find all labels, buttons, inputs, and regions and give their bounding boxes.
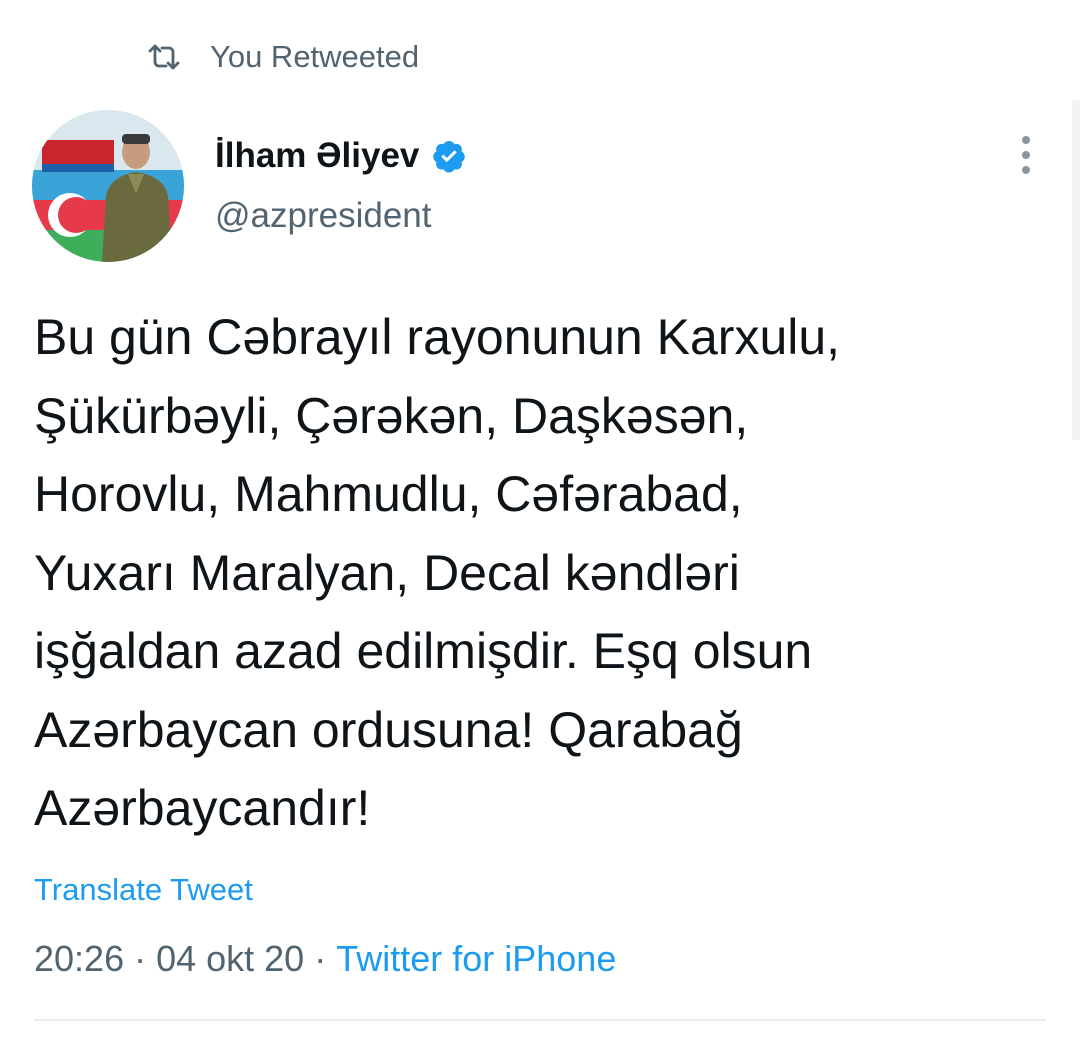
scroll-edge xyxy=(1072,100,1080,440)
retweet-indicator: You Retweeted xyxy=(146,34,419,80)
more-options-button[interactable] xyxy=(1006,132,1046,178)
retweet-label: You Retweeted xyxy=(210,39,420,74)
meta-separator: · xyxy=(134,938,147,979)
more-options-dot xyxy=(1022,166,1030,174)
translate-tweet-link[interactable]: Translate Tweet xyxy=(34,872,253,908)
tweet-source-link[interactable]: Twitter for iPhone xyxy=(336,938,616,980)
author-display-name[interactable]: İlham Əliyev xyxy=(215,136,419,176)
tweet-date: 04 okt 20 xyxy=(156,938,305,979)
more-options-dot xyxy=(1022,151,1030,159)
author-handle[interactable]: @azpresident xyxy=(215,196,431,236)
verified-badge-icon xyxy=(431,138,467,174)
tweet-metadata: 20:26 · 04 okt 20 · Twitter for iPhone xyxy=(34,938,616,980)
avatar-image xyxy=(32,110,184,262)
meta-separator: · xyxy=(314,938,327,979)
tweet-time: 20:26 xyxy=(34,938,125,979)
more-options-icon xyxy=(1022,136,1030,144)
avatar[interactable] xyxy=(32,110,184,262)
retweet-icon xyxy=(146,39,182,75)
divider xyxy=(34,1019,1046,1021)
tweet-text: Bu gün Cəbrayıl rayonunun Karxulu, Şükür… xyxy=(34,309,841,836)
author-name-row[interactable]: İlham Əliyev xyxy=(215,130,467,182)
